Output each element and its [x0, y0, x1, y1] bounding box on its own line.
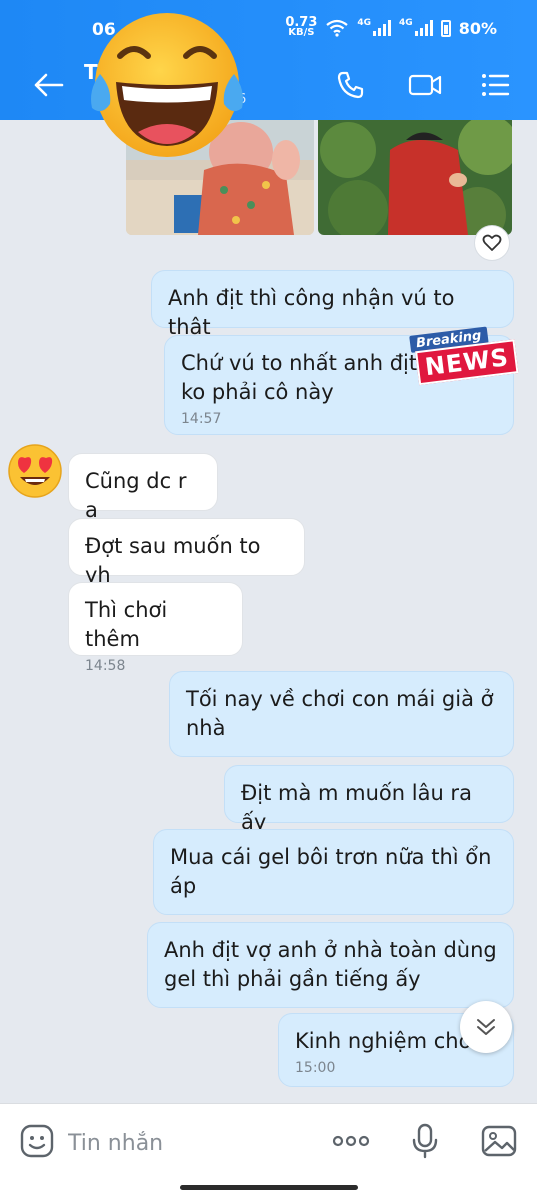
- message-text: Thì chơi thêm: [85, 598, 168, 651]
- heart-icon: [482, 234, 502, 251]
- back-arrow-icon[interactable]: [28, 68, 68, 102]
- image-icon[interactable]: [480, 1122, 518, 1160]
- battery-icon: [440, 19, 451, 37]
- message-bubble-sent[interactable]: Anh địt thì công nhận vú to thật: [151, 270, 514, 339]
- message-bubble-received[interactable]: Đợt sau muốn to yh: [68, 518, 305, 587]
- message-text: Kinh nghiệm cho: [295, 1029, 472, 1053]
- double-chevron-down-icon: [477, 1019, 495, 1035]
- message-bubble-received[interactable]: Cũng dc r a: [68, 453, 218, 522]
- microphone-icon[interactable]: [406, 1122, 444, 1160]
- message-text: Đợt sau muốn to yh: [85, 534, 261, 587]
- status-indicators: 0.73 KB/S 4G 4G 80%: [285, 15, 497, 38]
- signal-icon: [373, 20, 392, 36]
- chat-header: 06 0.73 KB/S 4G 4G 80% T 6: [0, 0, 537, 120]
- video-icon[interactable]: [407, 68, 443, 102]
- message-bubble-sent[interactable]: Anh địt vợ anh ở nhà toàn dùng gel thì p…: [147, 922, 514, 1008]
- phone-icon[interactable]: [334, 68, 368, 102]
- scroll-to-bottom-button[interactable]: [460, 1001, 512, 1053]
- network-speed: 0.73 KB/S: [285, 15, 318, 38]
- message-time: 14:57: [181, 411, 222, 427]
- network-type-2: 4G: [399, 18, 413, 28]
- message-time: 15:00: [295, 1060, 336, 1076]
- heart-eyes-emoji-icon: [8, 444, 62, 498]
- emoji-icon[interactable]: [18, 1122, 56, 1160]
- shared-photo-2[interactable]: [318, 120, 512, 235]
- tears-of-joy-emoji-icon: [91, 13, 243, 157]
- react-heart-button[interactable]: [474, 225, 510, 261]
- wifi-icon: [326, 19, 349, 37]
- network-type-1: 4G: [357, 18, 372, 28]
- message-text: Địt mà m muốn lâu ra ấy: [241, 781, 472, 834]
- message-bubble-sent[interactable]: Mua cái gel bôi trơn nữa thì ổn áp: [153, 829, 514, 915]
- message-bubble-received[interactable]: Thì chơi thêm 14:58: [68, 582, 243, 674]
- photo-image-2: [318, 120, 512, 235]
- battery-level: 80%: [458, 18, 497, 38]
- home-indicator[interactable]: [180, 1185, 358, 1190]
- list-menu-icon[interactable]: [478, 68, 512, 102]
- message-text: Anh địt vợ anh ở nhà toàn dùng gel thì p…: [164, 938, 497, 991]
- message-text: Anh địt thì công nhận vú to thật: [168, 286, 455, 339]
- signal-icon-2: [414, 20, 433, 36]
- message-text: Tối nay về chơi con mái già ở nhà: [186, 687, 494, 740]
- message-input[interactable]: [68, 1126, 308, 1160]
- message-text: Mua cái gel bôi trơn nữa thì ổn áp: [170, 845, 492, 898]
- message-bubble-sent[interactable]: Tối nay về chơi con mái già ở nhà: [169, 671, 514, 757]
- message-bubble-sent[interactable]: Địt mà m muốn lâu ra ấy: [224, 765, 514, 834]
- message-text: Cũng dc r a: [85, 469, 187, 522]
- message-input-bar: [0, 1103, 537, 1199]
- more-dots-icon[interactable]: [330, 1122, 372, 1160]
